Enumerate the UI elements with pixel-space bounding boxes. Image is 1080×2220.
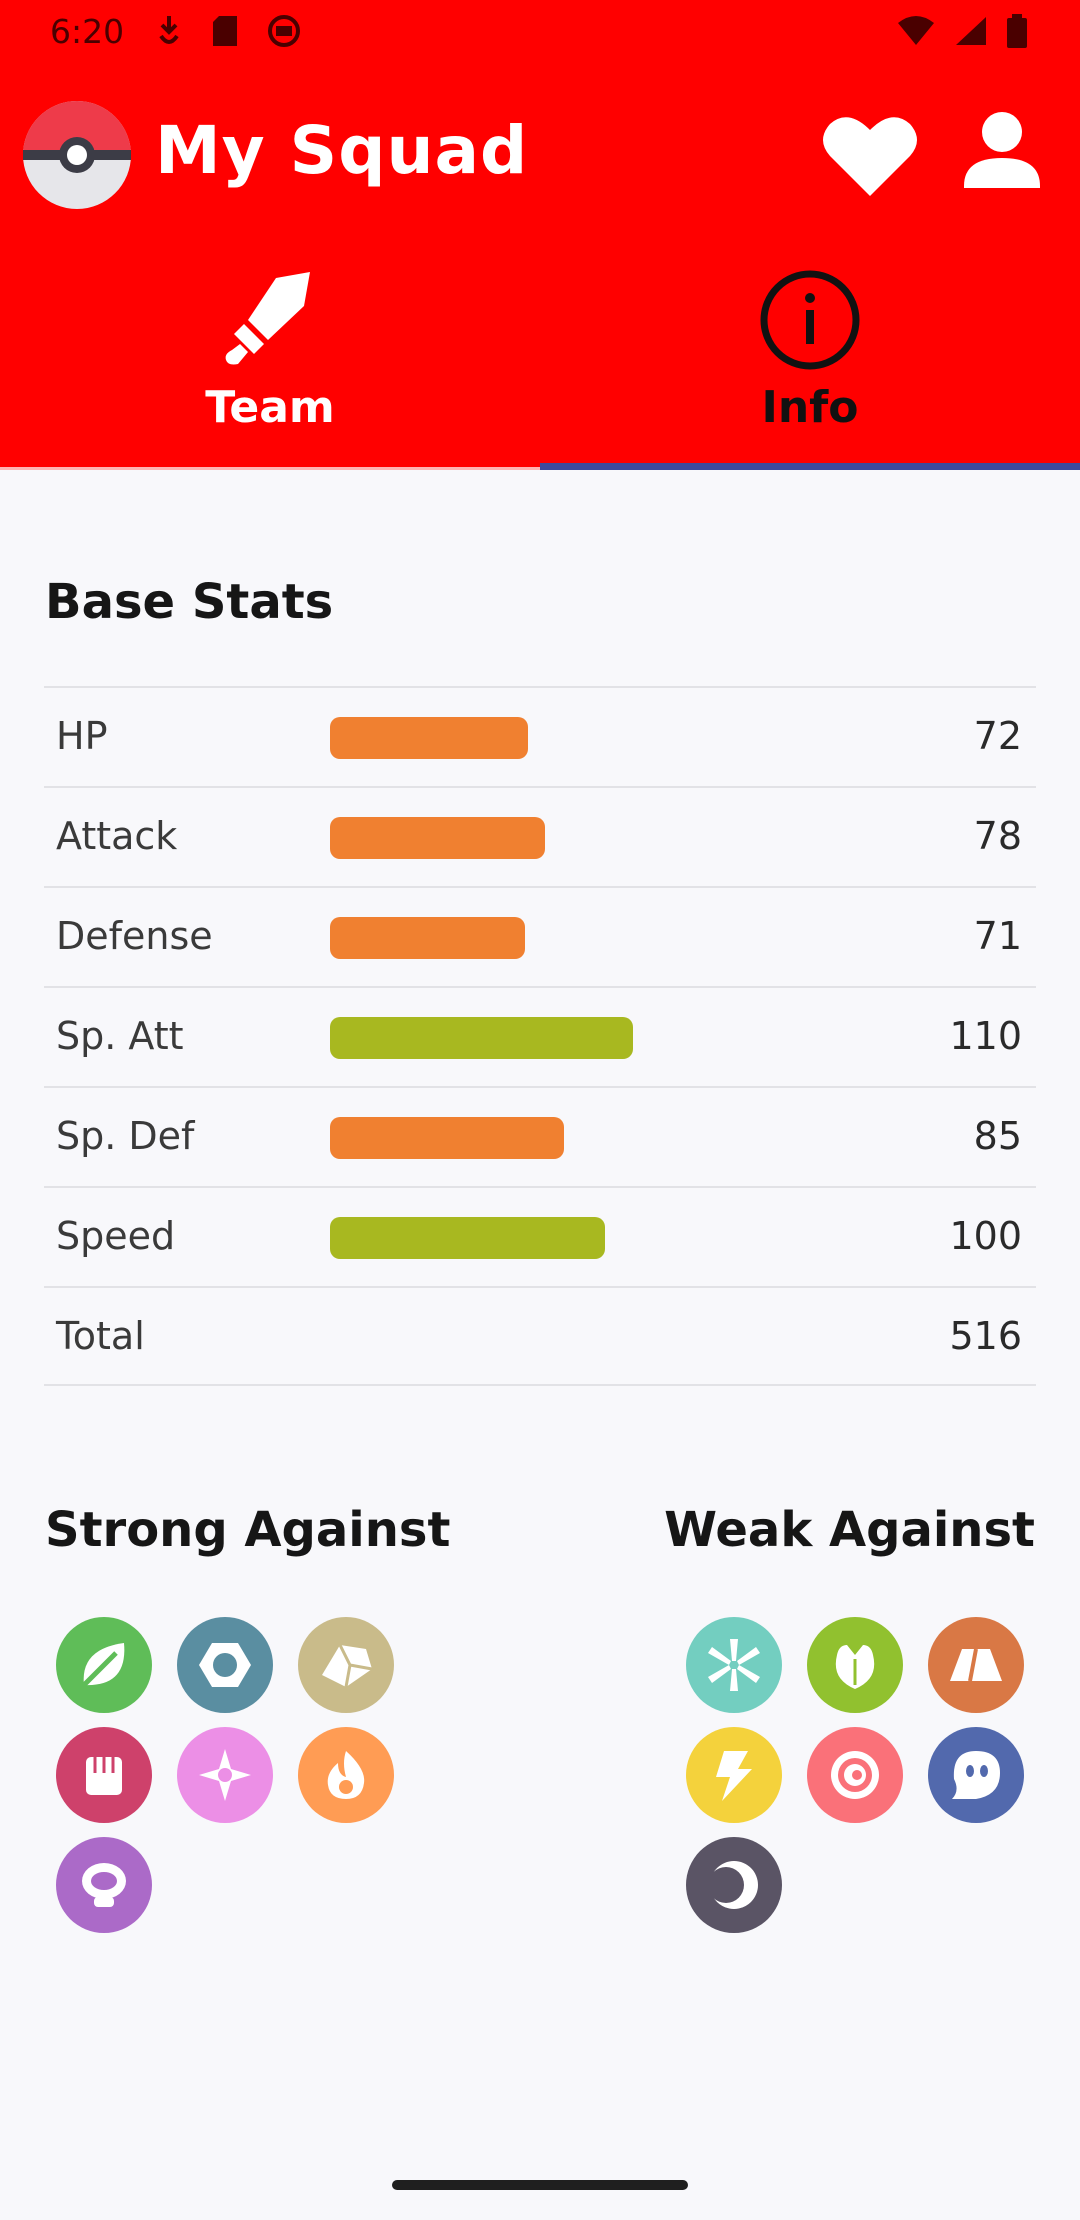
signal-icon [956,17,986,45]
stat-value: 85 [973,1114,1022,1158]
stat-row-speed: Speed 100 [44,1186,1036,1286]
base-stats-table: HP 72 Attack 78 Defense 71 Sp. Att 110 S… [44,686,1036,1386]
favorites-heart-icon[interactable] [822,112,918,198]
stat-value: 110 [949,1014,1022,1058]
ice-type-icon[interactable] [686,1617,782,1713]
base-stats-title: Base Stats [45,574,334,630]
grass-type-icon[interactable] [56,1617,152,1713]
weak-against-types [686,1617,1024,1933]
stat-value: 78 [973,814,1022,858]
info-icon [760,270,860,370]
stat-value: 72 [973,714,1022,758]
ground-type-icon[interactable] [928,1617,1024,1713]
stat-name: Sp. Def [56,1114,195,1158]
stat-name: Attack [56,814,178,858]
stat-total-value: 516 [949,1314,1022,1358]
fighting-type-icon[interactable] [56,1727,152,1823]
stat-row-sp-def: Sp. Def 85 [44,1086,1036,1186]
stat-name: Sp. Att [56,1014,184,1058]
stat-bar [330,1217,605,1259]
status-bar: 6:20 [0,0,1080,66]
strong-against-types [56,1617,394,1933]
stat-row-defense: Defense 71 [44,886,1036,986]
tab-team-label: Team [205,382,335,433]
stat-bar [330,817,545,859]
psychic-type-icon[interactable] [807,1727,903,1823]
tab-bar: Team Info [0,260,1080,470]
stat-value: 71 [973,914,1022,958]
android-icon [268,15,300,47]
fire-type-icon[interactable] [298,1727,394,1823]
stat-row-attack: Attack 78 [44,786,1036,886]
stat-bar [330,1117,564,1159]
strong-against-title: Strong Against [45,1502,451,1558]
profile-user-icon[interactable] [962,110,1042,196]
home-gesture-bar[interactable] [392,2180,688,2190]
sword-icon [225,272,310,365]
stat-bar [330,717,528,759]
status-time: 6:20 [50,12,125,51]
stat-total-label: Total [56,1314,145,1358]
status-system-icons [896,14,1028,48]
tab-info[interactable]: Info [540,260,1080,470]
app-title: My Squad [155,112,529,189]
battery-icon [1007,14,1027,48]
stat-name: Defense [56,914,213,958]
steel-type-icon[interactable] [177,1617,273,1713]
stat-row-total: Total 516 [44,1286,1036,1386]
stat-value: 100 [949,1214,1022,1258]
stat-bar [330,1017,633,1059]
fairy-type-icon[interactable] [177,1727,273,1823]
pokeball-logo-icon [23,101,131,209]
sd-card-icon [213,16,237,46]
header: 6:20 My Squad Team Info [0,0,1080,470]
bug-type-icon[interactable] [807,1617,903,1713]
poison-type-icon[interactable] [56,1837,152,1933]
status-notification-icons [155,14,301,48]
ghost-type-icon[interactable] [928,1727,1024,1823]
wifi-icon [898,16,934,45]
app-bar: My Squad [0,96,1080,214]
dark-type-icon[interactable] [686,1837,782,1933]
tab-selected-indicator [540,463,1080,470]
tab-info-label: Info [761,382,859,433]
stat-row-hp: HP 72 [44,686,1036,786]
stat-name: Speed [56,1214,176,1258]
tab-divider [0,467,540,470]
app-screen: 6:20 My Squad Team Info Base Stats HP 72… [0,0,1080,2220]
stat-row-sp-att: Sp. Att 110 [44,986,1036,1086]
stat-name: HP [56,714,108,758]
stat-bar [330,917,525,959]
electric-type-icon[interactable] [686,1727,782,1823]
weak-against-title: Weak Against [664,1502,1035,1558]
tab-team[interactable]: Team [0,260,540,470]
download-icon [159,16,179,44]
rock-type-icon[interactable] [298,1617,394,1713]
